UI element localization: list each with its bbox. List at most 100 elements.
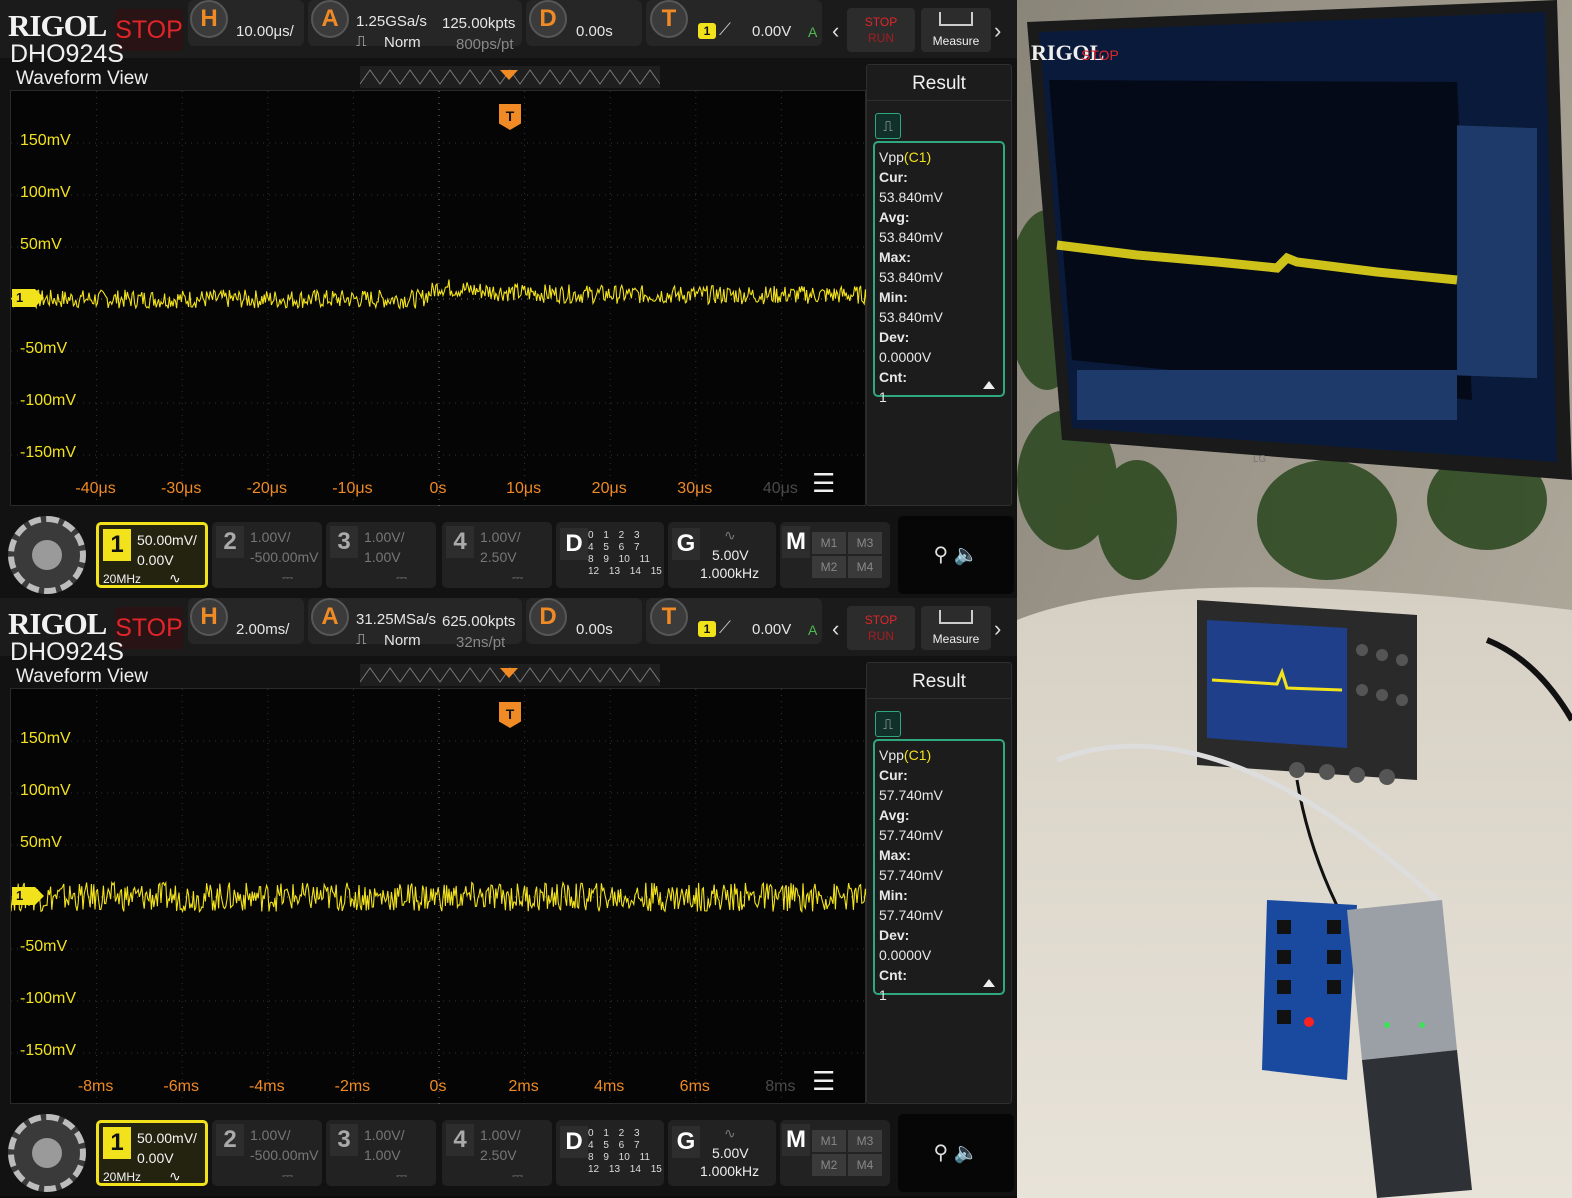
graticule [11,689,867,1105]
collapse-up-icon[interactable] [983,381,995,389]
measure-button[interactable]: Measure [921,8,991,52]
vpp-measure-icon[interactable]: ⎍ [875,711,901,737]
waveform-grid[interactable] [10,90,867,507]
channel-scale: 1.00V/ [480,529,521,545]
math-slot[interactable]: M4 [848,1154,882,1176]
channel-bar: 1 50.00mV/0.00V 20MHz ∿ 2 1.00V/ -500.00mV ⎓ 3 1.… [0,512,1017,598]
x-axis-label: 40μs [762,480,798,497]
channel-number: 3 [330,526,358,558]
usb-speaker-status[interactable]: ⚲ 🔈 [898,1114,1014,1192]
math-box[interactable]: M M1 M3 M2 M4 [780,1120,890,1186]
channel-offset: -500.00mV [250,1147,319,1163]
stat-label: Min: [879,887,908,903]
dc-coupling-icon: ⎓ [512,569,524,585]
measurement-card[interactable]: Vpp(C1) Cur: 57.740mV Avg: 57.740mV Max: 57.74… [873,739,1005,1003]
view-title: Waveform View [16,666,148,687]
run-stop-button[interactable]: STOP RUN [847,606,915,650]
stat-label: Max: [879,847,911,863]
generator-box[interactable]: G ∿ 5.00V 1.000kHz [668,522,776,588]
chevron-right-icon[interactable]: › [994,616,1001,642]
digital-channels-box[interactable]: D0 1 2 34 5 6 78 9 10 11 12 13 14 15 [556,522,664,588]
channel-3-box[interactable]: 3 1.00V/1.00V ⎓ [326,522,436,588]
ruler-icon [939,12,973,26]
channel-offset: 1.00V [364,549,401,565]
math-slot[interactable]: M2 [812,556,846,578]
x-axis-label: 10μs [506,480,542,497]
sample-rate: 31.25MSa/s [356,611,437,628]
measure-button[interactable]: Measure [921,606,991,650]
trigger-level: 0.00V [752,23,792,40]
run-stop-button[interactable]: STOP RUN [847,8,915,52]
run-stop-label-run: RUN [868,629,894,643]
x-axis-label: 30μs [677,480,713,497]
x-axis-label: 20μs [591,480,627,497]
timebase-value: 10.00μs/ [236,23,294,40]
y-axis-label: -150mV [20,444,77,461]
scope-screen-bottom: RIGOL STOP H 2.00ms/A 31.25MSa/s ⎍ Norm 625.00k… [0,598,1017,1196]
setup-photo-illustration: RIGOL STOP LG [1017,0,1572,1198]
channel-3-box[interactable]: 3 1.00V/1.00V ⎓ [326,1120,436,1186]
measurement-item: Vpp(C1) [879,745,1003,765]
menu-list-icon[interactable]: ☰ [812,468,835,499]
run-stop-label-stop: STOP [864,15,898,29]
channel-4-box[interactable]: 4 1.00V/2.50V ⎓ [442,1120,552,1186]
x-axis-label: -30μs [161,480,202,497]
math-slot[interactable]: M1 [812,1130,846,1152]
trigger-level: 0.00V [752,621,792,638]
generator-box[interactable]: G ∿ 5.00V 1.000kHz [668,1120,776,1186]
channel-offset: 2.50V [480,549,517,565]
y-axis-label: 50mV [20,236,62,253]
usb-speaker-status[interactable]: ⚲ 🔈 [898,516,1014,594]
stat-value: 53.840mV [879,189,943,205]
collapse-up-icon[interactable] [983,979,995,987]
math-box[interactable]: M M1 M3 M2 M4 [780,522,890,588]
rigol-logo: RIGOL [8,606,107,641]
channel-scale: 1.00V/ [250,1127,291,1143]
stat-label: Avg: [879,209,910,225]
channel-4-box[interactable]: 4 1.00V/2.50V ⎓ [442,522,552,588]
channel-number: 2 [216,1124,244,1156]
sample-rate: 1.25GSa/s [356,13,427,30]
delay-value: 0.00s [576,621,613,638]
dc-coupling-icon: ⎓ [396,569,408,585]
generator-frequency: 1.000kHz [700,565,760,581]
channel-number: 1 [103,1127,131,1159]
generator-amplitude: 5.00V [712,547,749,563]
digital-channels-box[interactable]: D0 1 2 34 5 6 78 9 10 11 12 13 14 15 [556,1120,664,1186]
stat-value: 53.840mV [879,309,943,325]
scope-screen-top: RIGOL STOP H 10.00μs/A 1.25GSa/s ⎍ Norm 125.00k… [0,0,1017,598]
setup-photo: RIGOL STOP LG [1017,0,1572,1198]
acquire-mode: Norm [384,34,421,51]
math-slot[interactable]: M3 [848,532,882,554]
math-slot[interactable]: M3 [848,1130,882,1152]
run-state-badge[interactable]: STOP [115,9,183,51]
horizontal-icon: H [190,0,228,38]
channel-1-box[interactable]: 1 50.00mV/0.00V 20MHz ∿ [96,1120,208,1186]
channel-1-box[interactable]: 1 50.00mV/0.00V 20MHz ∿ [96,522,208,588]
channel-2-box[interactable]: 2 1.00V/ -500.00mV ⎓ [212,522,322,588]
stat-value: 1 [879,389,887,405]
gear-hub [32,1138,62,1168]
run-state-badge[interactable]: STOP [115,607,183,649]
home-gear-icon[interactable] [8,1114,86,1192]
math-slot[interactable]: M1 [812,532,846,554]
channel-2-box[interactable]: 2 1.00V/ -500.00mV ⎓ [212,1120,322,1186]
stat-value: 57.740mV [879,787,943,803]
math-slot[interactable]: M4 [848,556,882,578]
dc-coupling-icon: ⎓ [512,1167,524,1183]
top-status-bar: RIGOL STOP H 2.00ms/A 31.25MSa/s ⎍ Norm 625.00k… [0,598,1017,656]
vpp-measure-icon[interactable]: ⎍ [875,113,901,139]
chevron-left-icon[interactable]: ‹ [832,18,839,44]
generator-letter: G [672,1126,700,1158]
y-axis-label: -100mV [20,990,77,1007]
waveform-grid[interactable] [10,688,867,1105]
channel-offset: 0.00V [137,1150,174,1166]
math-slot[interactable]: M2 [812,1154,846,1176]
home-gear-icon[interactable] [8,516,86,594]
measurement-card[interactable]: Vpp(C1) Cur: 53.840mV Avg: 53.840mV Max: 53.84… [873,141,1005,405]
chevron-right-icon[interactable]: › [994,18,1001,44]
result-panel: Result ⎍ Vpp(C1) Cur: 53.840mV Avg: 53.840mV Ma… [866,64,1012,506]
menu-list-icon[interactable]: ☰ [812,1066,835,1097]
stat-label: Cur: [879,767,908,783]
chevron-left-icon[interactable]: ‹ [832,616,839,642]
